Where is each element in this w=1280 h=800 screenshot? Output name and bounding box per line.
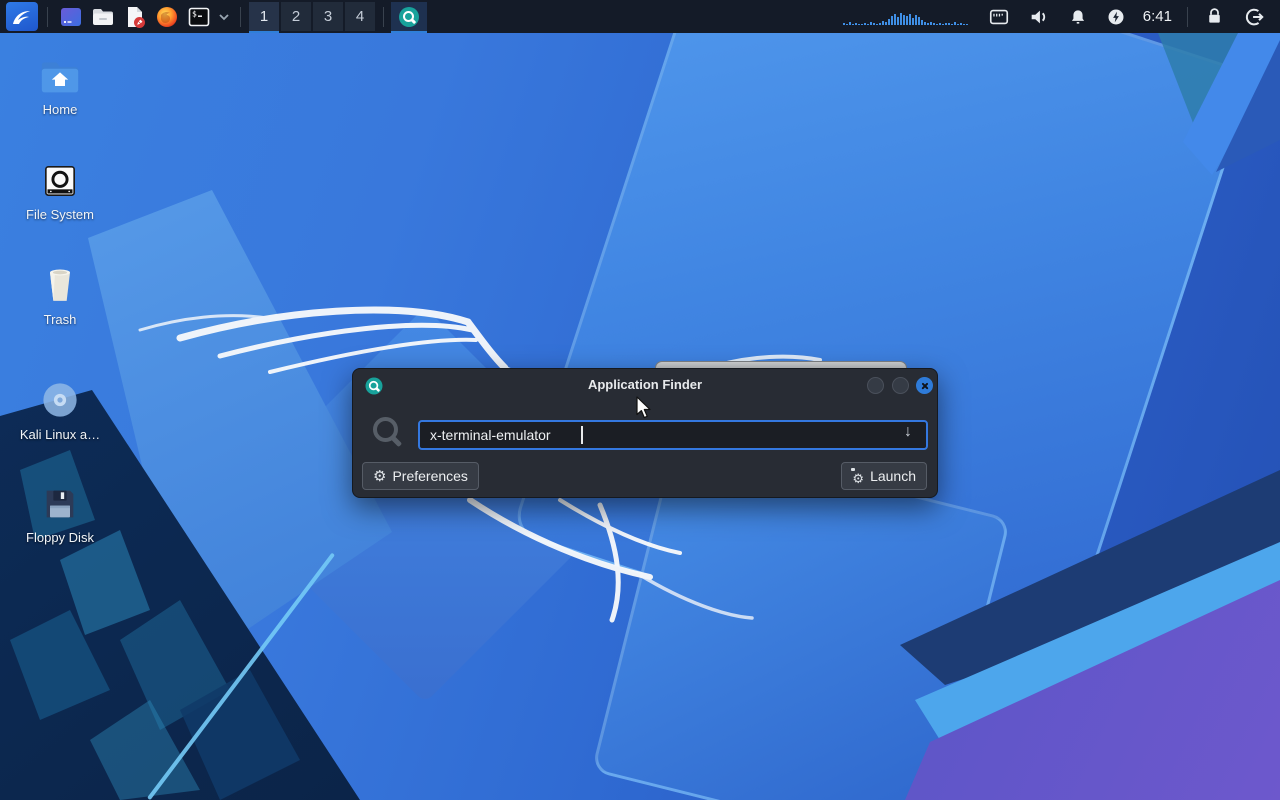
- magnifier-teal-icon: [399, 7, 419, 27]
- workspace-button-4[interactable]: 4: [345, 2, 375, 31]
- dropdown-arrow-icon[interactable]: ↓: [904, 423, 912, 441]
- network-monitor[interactable]: [843, 9, 969, 25]
- svg-text:$: $: [192, 9, 197, 18]
- text-editor-launcher[interactable]: [121, 3, 149, 31]
- document-edit-icon: [123, 5, 147, 29]
- lock-icon: [1204, 6, 1225, 27]
- volume-indicator[interactable]: [1028, 6, 1050, 28]
- optical-disc-icon: [39, 379, 81, 421]
- power-manager-indicator[interactable]: [1106, 7, 1126, 27]
- preferences-button[interactable]: ⚙ Preferences: [362, 462, 479, 490]
- launch-label: Launch: [870, 468, 916, 484]
- search-icon: [373, 417, 398, 442]
- desktop-icon-label: File System: [5, 207, 115, 222]
- desktop-icon-file-system[interactable]: File System: [5, 161, 115, 222]
- power-manager-icon: [1106, 7, 1126, 27]
- workspace-button-2[interactable]: 2: [281, 2, 311, 31]
- desktop-icon-label: Home: [5, 102, 115, 117]
- launch-button[interactable]: ⚙ Launch: [841, 462, 927, 490]
- desktop-icon-label: Trash: [5, 312, 115, 327]
- kali-dragon-icon: [10, 5, 34, 29]
- desktop-icon-floppy-disk[interactable]: Floppy Disk: [5, 484, 115, 545]
- gear-icon: ⚙: [373, 469, 386, 484]
- taskbar-application-finder[interactable]: [391, 2, 427, 31]
- application-finder-window: Application Finder ↓ ⚙ Preferences ⚙ Lau…: [352, 368, 938, 498]
- terminal-icon: $: [187, 5, 211, 29]
- workspace-button-3[interactable]: 3: [313, 2, 343, 31]
- volume-icon: [1028, 6, 1050, 28]
- terminal-launcher[interactable]: $: [185, 3, 213, 31]
- lock-screen-button[interactable]: [1204, 6, 1225, 27]
- firefox-launcher[interactable]: [153, 3, 181, 31]
- desktop-icon-trash[interactable]: Trash: [5, 264, 115, 327]
- text-caret: [581, 426, 583, 444]
- file-manager-launcher[interactable]: [89, 3, 117, 31]
- notifications-indicator[interactable]: [1068, 7, 1088, 27]
- search-input[interactable]: [418, 420, 928, 450]
- top-panel: $ 1 2 3 4: [0, 0, 1280, 33]
- launcher-dropdown-button[interactable]: [217, 3, 231, 31]
- bell-icon: [1068, 7, 1088, 27]
- desktop-icon-home[interactable]: Home: [5, 56, 115, 117]
- trash-icon: [40, 264, 80, 306]
- log-out-button[interactable]: [1243, 6, 1265, 28]
- display-icon: [988, 6, 1010, 28]
- floppy-disk-icon: [40, 484, 80, 524]
- display-indicator[interactable]: [988, 6, 1010, 28]
- maximize-button[interactable]: [892, 377, 909, 394]
- desktop-icon-label: Floppy Disk: [5, 530, 115, 545]
- launch-icon: ⚙: [852, 472, 864, 485]
- hard-drive-icon: [40, 161, 80, 201]
- terminal-window-launcher[interactable]: [57, 3, 85, 31]
- desktop-icon-kali-cd[interactable]: Kali Linux a…: [5, 379, 115, 442]
- chevron-down-icon: [218, 13, 230, 21]
- window-title: Application Finder: [353, 377, 937, 392]
- firefox-icon: [155, 5, 179, 29]
- terminal-window-icon: [59, 5, 83, 29]
- preferences-label: Preferences: [392, 468, 467, 484]
- log-out-icon: [1243, 6, 1265, 28]
- folder-icon: [91, 5, 115, 29]
- clock[interactable]: 6:41: [1143, 8, 1172, 25]
- desktop-icon-label: Kali Linux a…: [5, 427, 115, 442]
- workspace-button-1[interactable]: 1: [249, 2, 279, 31]
- minimize-button[interactable]: [867, 377, 884, 394]
- close-button[interactable]: [916, 377, 933, 394]
- mouse-cursor: [635, 396, 657, 422]
- kali-menu-button[interactable]: [6, 2, 38, 31]
- home-folder-icon: [38, 56, 82, 96]
